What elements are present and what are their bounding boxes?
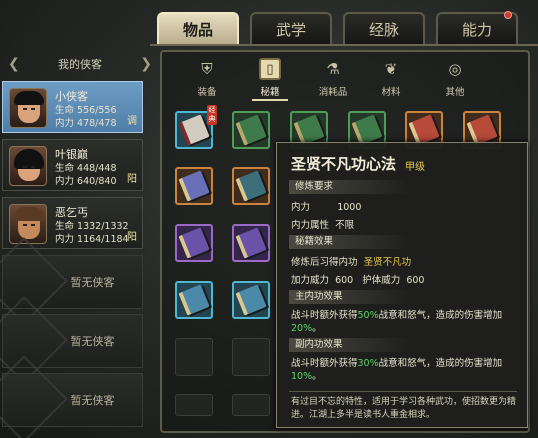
tab-martial-arts-label: 武学 bbox=[275, 20, 306, 39]
empty-item-slot[interactable] bbox=[175, 338, 213, 376]
book-item-icon bbox=[235, 114, 267, 146]
book-icon: ▯ bbox=[259, 58, 281, 80]
hero-hp: 生命 1332/1332 bbox=[55, 221, 129, 232]
hero-sidebar: ❮ 我的侠客 ❯ 小侠客 生命 556/556 内力 478/478 调 叶银巅… bbox=[0, 45, 160, 438]
potion-icon: ⚗ bbox=[326, 60, 340, 78]
book-item-icon bbox=[408, 114, 440, 146]
tab-meridians[interactable]: 经脉 bbox=[343, 12, 425, 44]
hero-mp: 内力 1164/1184 bbox=[55, 234, 129, 245]
prev-arrow-icon[interactable]: ❮ bbox=[8, 56, 20, 72]
tab-martial-arts[interactable]: 武学 bbox=[250, 12, 332, 44]
book-item-icon bbox=[178, 284, 210, 316]
tab-abilities-label: 能力 bbox=[461, 20, 492, 39]
sidebar-title: 我的侠客 bbox=[58, 58, 102, 71]
tab-items[interactable]: 物品 bbox=[157, 12, 239, 44]
item-slot[interactable] bbox=[232, 111, 270, 149]
next-arrow-icon[interactable]: ❯ bbox=[140, 56, 152, 72]
category-equipment[interactable]: ⛨ 装备 bbox=[182, 58, 232, 102]
book-item-icon bbox=[178, 170, 210, 202]
item-tooltip: 圣贤不凡功心法 甲级 修炼要求 内力 1000 内力属性 不限 秘籍效果 修炼后… bbox=[276, 142, 528, 428]
tab-meridians-label: 经脉 bbox=[368, 20, 399, 39]
req-line-1: 内力 1000 bbox=[291, 202, 362, 213]
armor-icon: ⛨ bbox=[201, 60, 213, 78]
herb-icon: ❦ bbox=[384, 60, 398, 78]
empty-item-slot[interactable] bbox=[175, 394, 213, 416]
item-slot[interactable] bbox=[232, 281, 270, 319]
empty-item-slot[interactable] bbox=[232, 394, 270, 416]
empty-slot-label: 暂无侠客 bbox=[70, 394, 115, 407]
section-requirements: 修炼要求 bbox=[289, 180, 409, 194]
hero-mp: 内力 640/840 bbox=[55, 176, 117, 187]
section-sub-effect: 副内功效果 bbox=[289, 338, 409, 352]
main-effect-text: 战斗时额外获得50%战意和怒气，造成的伤害增加20%。 bbox=[291, 310, 503, 334]
tab-items-label: 物品 bbox=[182, 20, 213, 39]
tab-abilities[interactable]: 能力 bbox=[436, 11, 518, 44]
empty-item-slot[interactable] bbox=[232, 338, 270, 376]
item-slot[interactable]: 经典 bbox=[175, 105, 217, 149]
empty-hero-slot[interactable]: 暂无侠客 bbox=[0, 355, 143, 438]
book-item-icon bbox=[235, 170, 267, 202]
power-line: 加力威力 600 护体威力 600 bbox=[291, 275, 425, 286]
item-slot[interactable] bbox=[232, 224, 270, 262]
book-item-icon bbox=[178, 114, 210, 146]
active-category-underline bbox=[252, 99, 288, 101]
empty-slot-label: 暂无侠客 bbox=[70, 276, 115, 289]
notification-dot bbox=[504, 11, 512, 19]
book-item-icon bbox=[178, 227, 210, 259]
category-consumables[interactable]: ⚗ 消耗品 bbox=[308, 58, 358, 102]
tooltip-description: 有过目不忘的特性，适用于学习各种武功，使招数更为精进。江湖上多半是读书人重金相求… bbox=[291, 397, 517, 420]
tooltip-separator bbox=[289, 391, 517, 392]
hero-mode-badge: 调 bbox=[127, 116, 137, 127]
sidebar-header: ❮ 我的侠客 ❯ bbox=[8, 51, 152, 77]
sub-effect-text: 战斗时额外获得30%战意和怒气，造成的伤害增加10%。 bbox=[291, 358, 503, 382]
req-line-2: 内力属性 不限 bbox=[291, 220, 355, 231]
book-item-icon bbox=[235, 284, 267, 316]
hero-mode-badge: 阳 bbox=[127, 232, 137, 243]
hero-avatar bbox=[9, 204, 47, 244]
book-item-icon bbox=[351, 114, 383, 146]
category-materials[interactable]: ❦ 材料 bbox=[366, 58, 416, 102]
book-item-icon bbox=[235, 227, 267, 259]
item-slot[interactable] bbox=[175, 281, 213, 319]
game-screen: 物品 武学 经脉 能力 ❮ 我的侠客 ❯ 小侠客 生命 556/556 内力 4… bbox=[0, 0, 538, 438]
hero-hp: 生命 556/556 bbox=[55, 105, 117, 116]
category-manuals[interactable]: ▯ 秘籍 bbox=[245, 58, 295, 102]
hero-avatar bbox=[9, 88, 47, 128]
tab-divider bbox=[150, 44, 538, 46]
section-main-effect: 主内功效果 bbox=[289, 290, 409, 304]
item-slot[interactable] bbox=[175, 224, 213, 262]
hero-mp: 内力 478/478 bbox=[55, 118, 117, 129]
learn-line: 修炼后习得内功 圣贤不凡功 bbox=[291, 257, 412, 268]
empty-slot-label: 暂无侠客 bbox=[70, 335, 115, 348]
book-item-icon bbox=[293, 114, 325, 146]
category-other[interactable]: ◎ 其他 bbox=[430, 58, 480, 102]
item-slot[interactable] bbox=[232, 167, 270, 205]
misc-icon: ◎ bbox=[448, 60, 462, 78]
tooltip-title: 圣贤不凡功心法 bbox=[291, 155, 397, 173]
hero-avatar bbox=[9, 146, 47, 186]
section-effects: 秘籍效果 bbox=[289, 235, 409, 249]
item-badge: 经典 bbox=[207, 105, 217, 125]
tooltip-grade: 甲级 bbox=[405, 162, 425, 173]
item-slot[interactable] bbox=[175, 167, 213, 205]
hero-hp: 生命 448/448 bbox=[55, 163, 117, 174]
hero-card-2[interactable]: 叶银巅 生命 448/448 内力 640/840 阳 bbox=[2, 139, 143, 191]
hero-mode-badge: 阳 bbox=[127, 174, 137, 185]
hero-card-1[interactable]: 小侠客 生命 556/556 内力 478/478 调 bbox=[2, 81, 143, 133]
book-item-icon bbox=[466, 114, 498, 146]
